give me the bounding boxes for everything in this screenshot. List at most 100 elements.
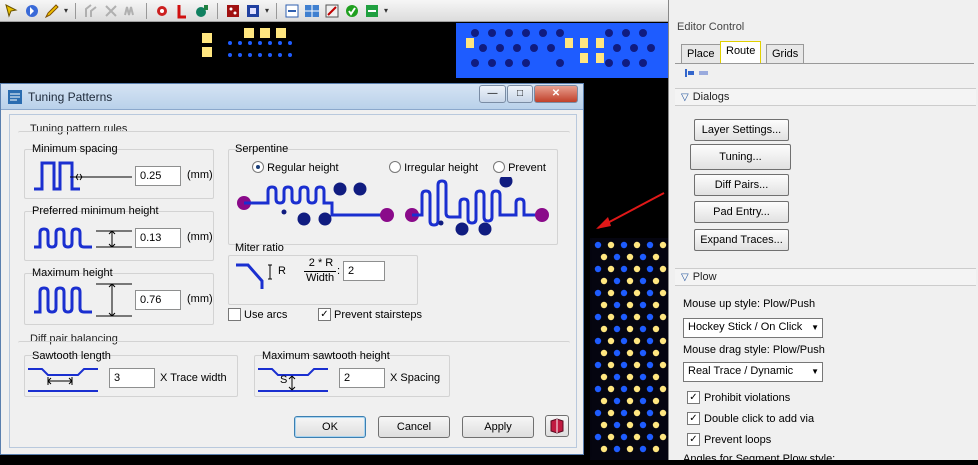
bga-pad: [600, 325, 608, 333]
bga-pad: [633, 313, 641, 321]
checkbox-unchecked[interactable]: [228, 308, 241, 321]
minimize-button[interactable]: —: [479, 85, 506, 103]
bga-pad: [620, 361, 628, 369]
close-button[interactable]: ✕: [534, 85, 578, 103]
bga-pad: [633, 241, 641, 249]
component-icon[interactable]: [194, 3, 210, 19]
pad-entry-button[interactable]: Pad Entry...: [694, 201, 789, 223]
tab-place[interactable]: Place: [681, 44, 721, 64]
dropdown-arrow-icon[interactable]: ▾: [384, 6, 388, 15]
max-sawtooth-input[interactable]: [339, 368, 385, 388]
chevron-down-icon: ▼: [811, 367, 819, 376]
bga-pad: [646, 265, 654, 273]
regular-height-radio[interactable]: Regular height: [252, 161, 339, 174]
mouse-up-select[interactable]: Hockey Stick / On Click ▼: [683, 318, 823, 338]
max-height-input[interactable]: [135, 290, 181, 310]
serpentine-diagram: [237, 177, 549, 236]
irregular-height-radio[interactable]: Irregular height: [389, 161, 478, 174]
plow-section-header[interactable]: ▽ Plow: [675, 268, 976, 286]
select-value: Hockey Stick / On Click: [688, 321, 803, 333]
bga-pad: [639, 373, 647, 381]
bga-pad: [620, 337, 628, 345]
prevent-stairsteps-checkbox[interactable]: ✓ Prevent stairsteps: [318, 308, 422, 321]
mouse-drag-select[interactable]: Real Trace / Dynamic ▼: [683, 362, 823, 382]
select-icon[interactable]: [4, 3, 20, 19]
sawtooth-length-input[interactable]: [109, 368, 155, 388]
checkbox-checked[interactable]: ✓: [318, 308, 331, 321]
mouse-drag-label: Mouse drag style: Plow/Push: [683, 344, 825, 356]
bga-pad: [659, 433, 667, 441]
via-icon[interactable]: [174, 3, 190, 19]
min-spacing-label: Minimum spacing: [32, 143, 118, 155]
bga-pad: [613, 301, 621, 309]
highlight-icon[interactable]: [24, 3, 40, 19]
bga-pad: [659, 289, 667, 297]
checkbox-checked[interactable]: ✓: [687, 391, 700, 404]
maximize-button[interactable]: □: [507, 85, 533, 103]
bga-pad: [594, 361, 602, 369]
bga-pad: [594, 313, 602, 321]
dropdown-arrow-icon[interactable]: ▾: [64, 6, 68, 15]
dialog-titlebar[interactable]: Tuning Patterns — □ ✕: [1, 84, 583, 110]
mouse-up-label: Mouse up style: Plow/Push: [683, 298, 816, 310]
diff-pairs-button[interactable]: Diff Pairs...: [694, 174, 789, 196]
cancel-button[interactable]: Cancel: [378, 416, 450, 438]
ok-button[interactable]: OK: [294, 416, 366, 438]
bga-pad: [646, 241, 654, 249]
miter-ratio-input[interactable]: [343, 261, 385, 281]
grid-icon[interactable]: [304, 3, 320, 19]
radio-unselected[interactable]: [389, 161, 401, 173]
pref-min-height-input[interactable]: [135, 228, 181, 248]
use-arcs-checkbox[interactable]: Use arcs: [228, 308, 287, 321]
bga-pad: [646, 337, 654, 345]
tab-grids[interactable]: Grids: [766, 44, 805, 64]
bga-pad: [633, 289, 641, 297]
section-label: Dialogs: [692, 91, 730, 103]
serpentine-label: Serpentine: [235, 143, 289, 155]
bga-pad: [613, 373, 621, 381]
bga-pad: [626, 445, 634, 453]
bga-pad: [607, 409, 615, 417]
apply-button[interactable]: Apply: [462, 416, 534, 438]
prevent-radio[interactable]: Prevent: [493, 161, 546, 174]
app-icon: [8, 90, 22, 104]
board-icon[interactable]: [225, 3, 241, 19]
help-button[interactable]: [545, 415, 569, 437]
bga-pad: [620, 409, 628, 417]
tab-route[interactable]: Route: [720, 41, 762, 64]
radio-selected[interactable]: [252, 161, 264, 173]
prohibit-violations-checkbox[interactable]: ✓ Prohibit violations: [687, 391, 790, 404]
bga-pad: [652, 277, 660, 285]
dropdown-arrow-icon[interactable]: ▾: [265, 6, 269, 15]
miter-formula-denominator: Width: [305, 272, 335, 284]
tune-icon[interactable]: [123, 3, 139, 19]
prevent-loops-checkbox[interactable]: ✓ Prevent loops: [687, 433, 771, 446]
bga-pad: [652, 421, 660, 429]
editor-control-panel: Editor Control Place Route Grids ▽ Dialog…: [668, 0, 978, 465]
bga-pad: [626, 349, 634, 357]
double-click-via-checkbox[interactable]: ✓ Double click to add via: [687, 412, 814, 425]
tuning-button[interactable]: Tuning...: [690, 144, 791, 170]
route-icon[interactable]: [83, 3, 99, 19]
bga-pad: [607, 241, 615, 249]
sketch-icon[interactable]: [103, 3, 119, 19]
dialogs-section-header[interactable]: ▽ Dialogs: [675, 88, 976, 106]
checkbox-checked[interactable]: ✓: [687, 433, 700, 446]
max-height-diagram: [34, 283, 132, 317]
layer-settings-button[interactable]: Layer Settings...: [694, 119, 789, 141]
edit-icon[interactable]: [324, 3, 340, 19]
sawtooth-length-label: Sawtooth length: [32, 350, 111, 362]
copy-icon[interactable]: [284, 3, 300, 19]
gear-icon[interactable]: [154, 3, 170, 19]
pin-icon[interactable]: [685, 67, 709, 79]
layers-icon[interactable]: [245, 3, 261, 19]
check-icon[interactable]: [344, 3, 360, 19]
pencil-icon[interactable]: [44, 3, 60, 19]
expand-traces-button[interactable]: Expand Traces...: [694, 229, 789, 251]
miter-ratio-label: Miter ratio: [235, 242, 284, 254]
checkbox-checked[interactable]: ✓: [687, 412, 700, 425]
radio-unselected[interactable]: [493, 161, 505, 173]
plow-icon[interactable]: [364, 3, 380, 19]
min-spacing-input[interactable]: [135, 166, 181, 186]
bga-pad: [620, 313, 628, 321]
